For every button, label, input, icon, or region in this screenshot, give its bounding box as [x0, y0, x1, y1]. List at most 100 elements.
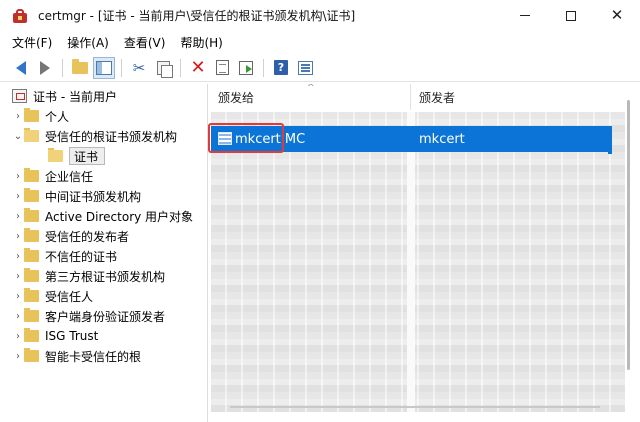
properties-button[interactable]: [211, 57, 233, 79]
folder-icon: [24, 248, 39, 262]
column-gap: [407, 112, 415, 412]
folder-icon: [24, 108, 39, 122]
tree-item-label: 受信任的根证书颁发机构: [45, 129, 178, 144]
close-button[interactable]: ✕: [594, 0, 640, 31]
properties-icon: [215, 60, 229, 75]
tree-item-trusted-root[interactable]: ⌄ 受信任的根证书颁发机构: [12, 126, 177, 146]
folder-icon: [24, 208, 39, 222]
copy-icon: [156, 60, 173, 78]
tree-item-label: 不信任的证书: [45, 249, 118, 264]
menu-action[interactable]: 操作(A): [67, 34, 109, 51]
menu-file[interactable]: 文件(F): [12, 34, 52, 51]
column-header-label: 颁发给: [218, 90, 255, 105]
copy-button[interactable]: [152, 57, 174, 79]
tree-item-trusted-people[interactable]: › 受信任人: [12, 286, 93, 306]
show-hide-tree-icon: [96, 60, 112, 75]
tree-item-label: 客户端身份验证颁发者: [45, 309, 166, 324]
tree-item-intermediate-ca[interactable]: › 中间证书颁发机构: [12, 186, 141, 206]
minimize-button[interactable]: [502, 0, 548, 31]
tree-item-label: 个人: [45, 109, 70, 124]
tree-item-label: Active Directory 用户对象: [45, 209, 194, 224]
expand-chevron-icon[interactable]: ›: [12, 111, 24, 122]
cut-icon: ✂: [132, 58, 146, 77]
tree-item-client-auth-issuers[interactable]: › 客户端身份验证颁发者: [12, 306, 165, 326]
sort-ascending-icon: ^: [307, 84, 315, 93]
expand-chevron-icon[interactable]: ›: [12, 311, 24, 322]
tree-item-label: 受信任人: [45, 289, 94, 304]
title-bar: certmgr - [证书 - 当前用户\受信任的根证书颁发机构\证书] ✕: [0, 0, 640, 31]
cell-issued-by: mkcert: [419, 131, 465, 147]
toolbar: ✂ ✕ ?: [0, 54, 640, 82]
menu-help[interactable]: 帮助(H): [180, 34, 222, 51]
folder-icon: [24, 168, 39, 182]
folder-open-icon: [24, 128, 39, 142]
view-icon: [297, 60, 313, 75]
expand-chevron-icon[interactable]: ›: [12, 211, 24, 222]
folder-icon: [24, 328, 39, 342]
horizontal-scrollbar[interactable]: [230, 406, 600, 408]
window-title: certmgr - [证书 - 当前用户\受信任的根证书颁发机构\证书]: [38, 9, 356, 23]
help-icon: ?: [274, 60, 288, 75]
blurred-certificate-rows: [211, 112, 625, 412]
maximize-button[interactable]: [548, 0, 594, 31]
forward-button[interactable]: [34, 57, 56, 79]
toolbar-separator: [62, 58, 63, 77]
tree-item-third-party-root[interactable]: › 第三方根证书颁发机构: [12, 266, 165, 286]
delete-button[interactable]: ✕: [187, 57, 209, 79]
expand-chevron-icon[interactable]: ›: [12, 291, 24, 302]
back-button[interactable]: [10, 57, 32, 79]
up-folder-icon: [72, 58, 88, 74]
console-tree[interactable]: 证书 - 当前用户 › 个人 ⌄ 受信任的根证书颁发机构 证书 › 企业信任 ›…: [8, 84, 208, 422]
row-edge-marker: [608, 126, 612, 154]
folder-icon: [24, 268, 39, 282]
expand-chevron-icon[interactable]: ›: [12, 271, 24, 282]
folder-icon: [24, 348, 39, 362]
toolbar-separator: [121, 58, 122, 77]
expand-chevron-icon[interactable]: ›: [12, 351, 24, 362]
toolbar-separator: [263, 58, 264, 77]
export-list-icon: [239, 60, 253, 75]
help-button[interactable]: ?: [270, 57, 292, 79]
expand-chevron-icon[interactable]: ›: [12, 231, 24, 242]
tree-root-label: 证书 - 当前用户: [33, 89, 117, 104]
delete-icon: ✕: [190, 56, 206, 78]
tree-item-label: 中间证书颁发机构: [45, 189, 142, 204]
tree-item-enterprise-trust[interactable]: › 企业信任: [12, 166, 93, 186]
expand-chevron-icon[interactable]: ›: [12, 191, 24, 202]
vertical-scrollbar[interactable]: [627, 100, 630, 370]
tree-root[interactable]: 证书 - 当前用户: [12, 86, 117, 106]
collapse-chevron-icon[interactable]: ⌄: [12, 131, 24, 142]
menu-view[interactable]: 查看(V): [124, 34, 166, 51]
menu-bar: 文件(F) 操作(A) 查看(V) 帮助(H): [0, 32, 640, 52]
folder-icon: [24, 308, 39, 322]
tree-item-trusted-publishers[interactable]: › 受信任的发布者: [12, 226, 129, 246]
toolbar-separator: [180, 58, 181, 77]
cut-button[interactable]: ✂: [128, 57, 150, 79]
minimize-icon: [520, 15, 530, 16]
expand-chevron-icon[interactable]: ›: [12, 251, 24, 262]
tree-item-untrusted[interactable]: › 不信任的证书: [12, 246, 117, 266]
expand-chevron-icon[interactable]: ›: [12, 171, 24, 182]
back-arrow-icon: [16, 60, 26, 75]
view-button[interactable]: [294, 57, 316, 79]
expand-chevron-icon[interactable]: ›: [12, 331, 24, 342]
tree-item-active-directory[interactable]: › Active Directory 用户对象: [12, 206, 193, 226]
tree-item-label: 受信任的发布者: [45, 229, 130, 244]
show-hide-tree-button[interactable]: [93, 56, 115, 79]
certmgr-app-icon: [12, 8, 28, 24]
tree-item-smart-card-root[interactable]: › 智能卡受信任的根: [12, 346, 141, 366]
forward-arrow-icon: [40, 60, 50, 75]
column-header-label: 颁发者: [419, 90, 456, 105]
tree-item-isg-trust[interactable]: › ISG Trust: [12, 326, 98, 346]
tree-item-certificates[interactable]: 证书: [48, 146, 106, 166]
tree-item-label: 第三方根证书颁发机构: [45, 269, 166, 284]
column-header-issued-to[interactable]: 颁发给 ^: [211, 84, 411, 110]
export-list-button[interactable]: [235, 57, 257, 79]
certificates-store-icon: [12, 89, 27, 103]
tree-item-personal[interactable]: › 个人: [12, 106, 69, 126]
column-header-issued-by[interactable]: 颁发者: [412, 84, 612, 110]
red-highlight-annotation: [208, 123, 284, 153]
up-level-button[interactable]: [69, 57, 91, 79]
tree-item-label: 企业信任: [45, 169, 94, 184]
tree-item-label: ISG Trust: [45, 329, 99, 343]
